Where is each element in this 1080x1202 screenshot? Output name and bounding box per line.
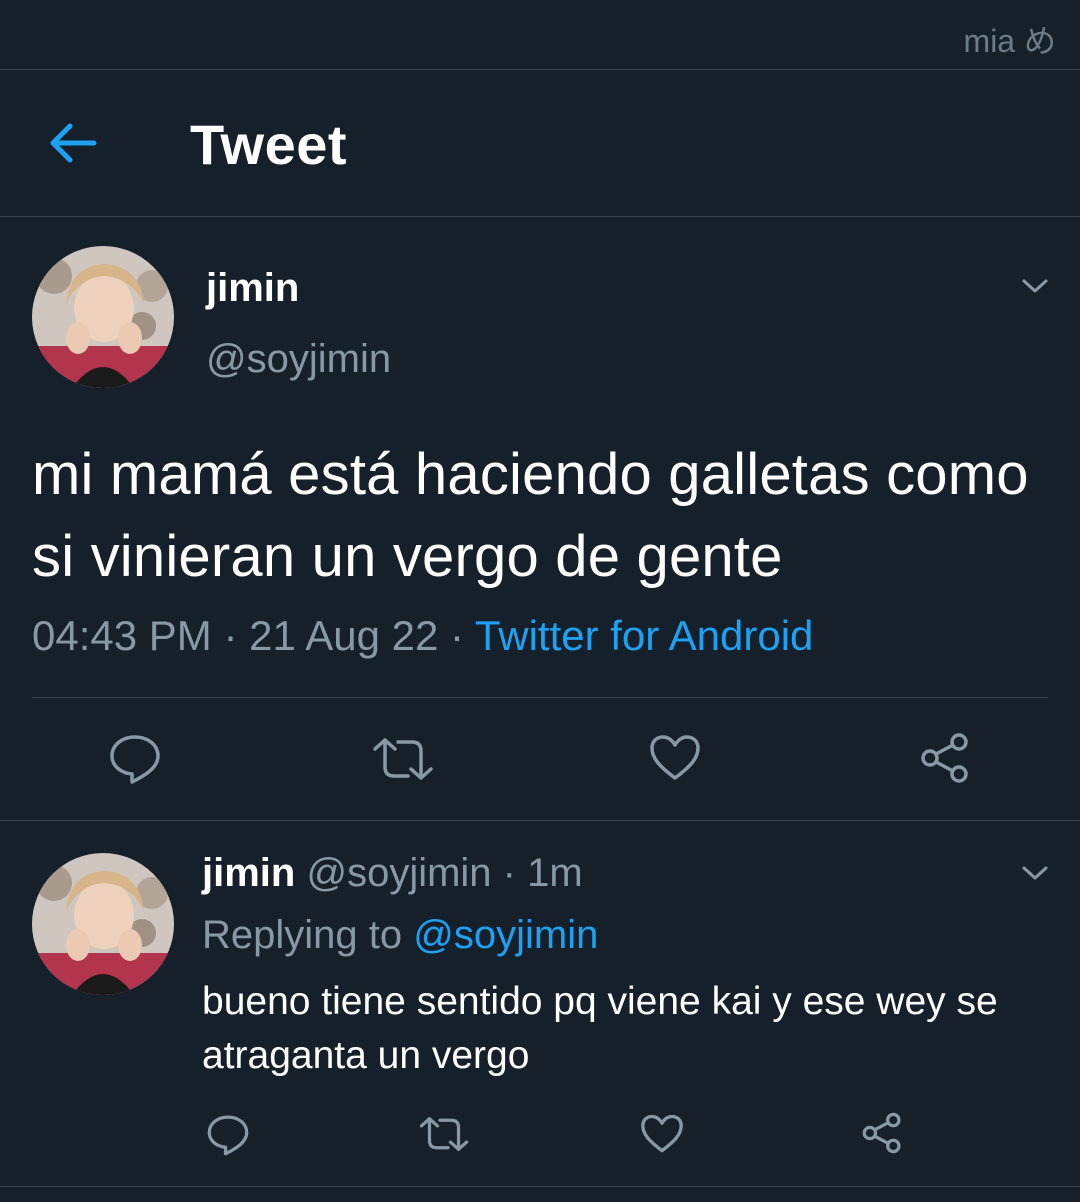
avatar-image	[32, 853, 174, 995]
reply-text: bueno tiene sentido pq viene kai y ese w…	[202, 980, 998, 1077]
reply-header: jimin @soyjimin · 1m	[202, 851, 583, 896]
tweet-time: 04:43 PM	[32, 612, 212, 659]
avatar-image	[32, 246, 174, 388]
chevron-down-icon	[1022, 279, 1048, 293]
retweet-icon	[419, 1117, 469, 1151]
arrow-left-icon	[50, 123, 97, 163]
like-button[interactable]	[649, 734, 701, 787]
reply-icon	[110, 735, 160, 784]
tweet-meta: 04:43 PM · 21 Aug 22 · Twitter for Andro…	[32, 612, 813, 660]
replying-to: Replying to @soyjimin	[202, 913, 598, 958]
author-name[interactable]: jimin	[206, 266, 299, 311]
replying-to-label: Replying to	[202, 913, 403, 957]
share-icon	[921, 733, 968, 783]
reply-button[interactable]	[206, 1113, 250, 1162]
thread-divider	[0, 820, 1080, 821]
app-header: Tweet	[0, 70, 1080, 216]
reply-icon	[207, 1115, 249, 1156]
bottom-divider	[0, 1186, 1080, 1187]
reply-button[interactable]	[108, 732, 162, 791]
retweet-icon	[373, 738, 433, 780]
tweet-text: mi mamá está haciendo galletas como si v…	[32, 442, 1029, 589]
meta-separator: ·	[449, 612, 464, 659]
meta-separator: ·	[223, 612, 238, 659]
tweet-date: 21 Aug 22	[249, 612, 439, 659]
tweet-menu-button[interactable]	[1020, 276, 1050, 296]
share-button[interactable]	[918, 732, 972, 789]
author-handle[interactable]: @soyjimin	[206, 337, 391, 382]
page-title: Tweet	[190, 113, 348, 176]
like-icon	[641, 1114, 683, 1153]
tweet-age: 1m	[527, 851, 583, 895]
avatar[interactable]	[32, 853, 174, 995]
like-button[interactable]	[640, 1114, 684, 1159]
meta-separator: ·	[502, 851, 516, 895]
chevron-down-icon	[1022, 866, 1048, 880]
share-button[interactable]	[860, 1112, 904, 1159]
like-icon	[650, 735, 700, 780]
meta-divider	[32, 697, 1048, 698]
author-handle[interactable]: @soyjimin	[306, 851, 491, 895]
replying-to-handle[interactable]: @soyjimin	[413, 913, 598, 957]
header-divider	[0, 216, 1080, 217]
tweet-menu-button[interactable]	[1020, 863, 1050, 883]
avatar[interactable]	[32, 246, 174, 388]
tweet-source-link[interactable]: Twitter for Android	[475, 612, 813, 659]
retweet-button[interactable]	[372, 737, 434, 786]
back-button[interactable]	[48, 120, 98, 166]
share-icon	[862, 1112, 901, 1154]
author-name[interactable]: jimin	[202, 851, 295, 895]
watermark: mia め	[963, 23, 1056, 59]
retweet-button[interactable]	[419, 1116, 469, 1157]
